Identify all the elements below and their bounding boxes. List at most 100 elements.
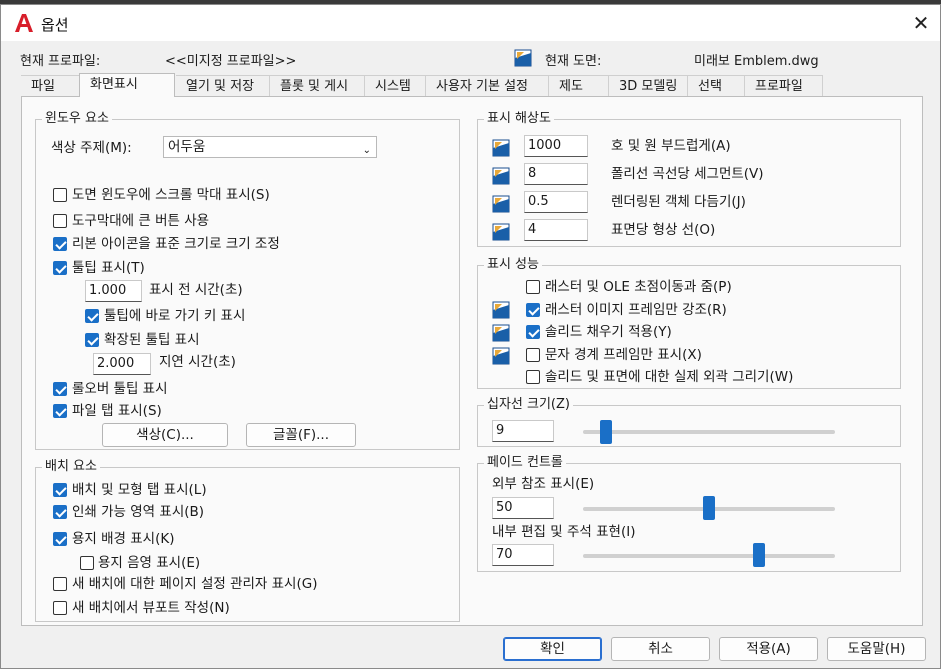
tab-profiles[interactable]: 프로파일: [745, 75, 823, 97]
tab-system[interactable]: 시스템: [365, 75, 426, 97]
paper-background-checkbox[interactable]: [53, 532, 67, 546]
true-silhouettes-label: 솔리드 및 표면에 대한 실제 외곽 그리기(W): [545, 369, 794, 385]
raster-ole-pan-zoom-label: 래스터 및 OLE 초점이동과 줌(P): [545, 279, 732, 295]
drawing-setting-icon: [492, 167, 510, 185]
inplace-fade-slider-thumb[interactable]: [753, 543, 766, 567]
apply-button[interactable]: 적용(A): [719, 637, 818, 661]
tooltips-checkbox[interactable]: [53, 261, 67, 275]
create-viewport-checkbox[interactable]: [53, 601, 67, 615]
raster-ole-pan-zoom-checkbox[interactable]: [526, 280, 540, 294]
extended-tooltips-label: 확장된 툴팁 표시: [104, 332, 200, 348]
current-profile-label: 현재 프로파일:: [20, 54, 101, 69]
drawing-setting-icon: [492, 301, 510, 319]
title-bar: 옵션 ✕: [1, 5, 940, 41]
paper-shadow-checkbox[interactable]: [80, 556, 94, 570]
tab-open-save[interactable]: 열기 및 저장: [176, 75, 270, 97]
colors-button[interactable]: 색상(C)...: [102, 423, 228, 447]
crosshair-size-input[interactable]: 9: [492, 420, 554, 442]
drawing-setting-icon: [492, 139, 510, 157]
drawing-setting-icon: [492, 324, 510, 342]
crosshair-size-slider-thumb[interactable]: [599, 420, 612, 444]
page-setup-manager-checkbox[interactable]: [53, 577, 67, 591]
large-buttons-checkbox[interactable]: [53, 214, 67, 228]
tab-selection[interactable]: 선택: [688, 75, 745, 97]
layout-model-tabs-label: 배치 및 모형 탭 표시(L): [72, 482, 207, 498]
chevron-down-icon: ⌄: [362, 145, 371, 156]
crosshair-size-slider-track: [583, 430, 835, 434]
shortcut-tooltips-checkbox[interactable]: [85, 309, 99, 323]
fade-control-title: 페이드 컨트롤: [484, 455, 566, 471]
crosshair-size-title: 십자선 크기(Z): [484, 397, 573, 413]
shortcut-tooltips-label: 툴팁에 바로 가기 키 표시: [104, 308, 246, 324]
scrollbars-checkbox[interactable]: [53, 188, 67, 202]
rollover-label: 롤오버 툴팁 표시: [72, 381, 168, 397]
xref-fade-input[interactable]: 50: [492, 497, 554, 519]
tooltips-label: 툴팁 표시(T): [72, 260, 145, 276]
solid-fill-checkbox[interactable]: [526, 325, 540, 339]
text-boundary-label: 문자 경계 프레임만 표시(X): [545, 347, 702, 363]
inplace-fade-label: 내부 편집 및 주석 표현(I): [492, 524, 636, 540]
autocad-logo-icon: [15, 14, 33, 32]
window-elements-title: 윈도우 요소: [42, 111, 112, 127]
file-tabs-checkbox[interactable]: [53, 404, 67, 418]
tab-files[interactable]: 파일: [21, 75, 83, 97]
raster-frame-highlight-label: 래스터 이미지 프레임만 강조(R): [545, 302, 727, 318]
tab-3d-modeling[interactable]: 3D 모델링: [609, 75, 688, 97]
tab-display[interactable]: 화면표시: [79, 73, 175, 97]
tab-plot-publish[interactable]: 플롯 및 게시: [270, 75, 365, 97]
true-silhouettes-checkbox[interactable]: [526, 370, 540, 384]
paper-shadow-label: 용지 음영 표시(E): [98, 555, 201, 571]
ok-button[interactable]: 확인: [503, 637, 602, 661]
fonts-button[interactable]: 글꼴(F)...: [246, 423, 356, 447]
cancel-button[interactable]: 취소: [611, 637, 710, 661]
paper-background-label: 용지 배경 표시(K): [72, 531, 175, 547]
large-buttons-label: 도구막대에 큰 버튼 사용: [72, 213, 210, 229]
tooltip-delay-input[interactable]: 1.000: [85, 280, 142, 302]
tooltip-delay-label: 표시 전 시간(초): [149, 282, 243, 298]
options-dialog: 옵션 ✕ 현재 프로파일: <<미지정 프로파일>> 현재 도면: 미래보 Em…: [0, 4, 941, 669]
arc-smoothness-input[interactable]: 1000: [524, 135, 588, 157]
contour-lines-label: 표면당 형상 선(O): [611, 222, 716, 238]
layout-elements-title: 배치 요소: [42, 459, 100, 475]
file-tabs-label: 파일 탭 표시(S): [72, 403, 162, 419]
layout-elements-group: 배치 요소 배치 및 모형 탭 표시(L) 인쇄 가능 영역 표시(B) 용지 …: [35, 459, 460, 622]
raster-frame-highlight-checkbox[interactable]: [526, 303, 540, 317]
extended-delay-label: 지연 시간(초): [159, 354, 236, 370]
xref-fade-label: 외부 참조 표시(E): [492, 476, 595, 492]
contour-lines-input[interactable]: 4: [524, 219, 588, 241]
printable-area-label: 인쇄 가능 영역 표시(B): [72, 504, 205, 520]
extended-tooltips-checkbox[interactable]: [85, 333, 99, 347]
create-viewport-label: 새 배치에서 뷰포트 작성(N): [72, 600, 230, 616]
printable-area-checkbox[interactable]: [53, 505, 67, 519]
display-tab-panel: 윈도우 요소 색상 주제(M): 어두움 ⌄ 도면 윈도우에 스크롤 막대 표시…: [21, 96, 923, 626]
tab-user-preferences[interactable]: 사용자 기본 설정: [426, 75, 549, 97]
color-scheme-select[interactable]: 어두움 ⌄: [163, 136, 377, 158]
resize-ribbon-checkbox[interactable]: [53, 237, 67, 251]
display-resolution-title: 표시 해상도: [484, 111, 554, 127]
help-button[interactable]: 도움말(H): [827, 637, 926, 661]
scrollbars-label: 도면 윈도우에 스크롤 막대 표시(S): [72, 187, 270, 203]
window-title: 옵션: [41, 16, 69, 34]
drawing-setting-icon: [492, 223, 510, 241]
rendering-smoothness-input[interactable]: 0.5: [524, 191, 588, 213]
drawing-file-icon: [514, 49, 532, 67]
rollover-checkbox[interactable]: [53, 382, 67, 396]
tab-strip: 파일 화면표시 열기 및 저장 플롯 및 게시 시스템 사용자 기본 설정 제도…: [21, 73, 923, 97]
extended-delay-input[interactable]: 2.000: [93, 353, 151, 375]
polyline-segments-input[interactable]: 8: [524, 163, 588, 185]
text-boundary-checkbox[interactable]: [526, 348, 540, 362]
solid-fill-label: 솔리드 채우기 적용(Y): [545, 324, 672, 340]
drawing-setting-icon: [492, 347, 510, 365]
inplace-fade-input[interactable]: 70: [492, 544, 554, 566]
color-scheme-value: 어두움: [168, 139, 206, 155]
layout-model-tabs-checkbox[interactable]: [53, 483, 67, 497]
xref-fade-slider-thumb[interactable]: [703, 496, 715, 520]
polyline-segments-label: 폴리선 곡선당 세그먼트(V): [611, 166, 764, 182]
resize-ribbon-label: 리본 아이콘을 표준 크기로 크기 조정: [72, 236, 280, 252]
current-drawing-value: 미래보 Emblem.dwg: [694, 54, 819, 69]
close-icon[interactable]: ✕: [909, 11, 933, 35]
tab-drafting[interactable]: 제도: [549, 75, 609, 97]
window-elements-group: 윈도우 요소 색상 주제(M): 어두움 ⌄ 도면 윈도우에 스크롤 막대 표시…: [35, 111, 460, 450]
inplace-fade-slider-track: [583, 554, 835, 558]
drawing-setting-icon: [492, 195, 510, 213]
